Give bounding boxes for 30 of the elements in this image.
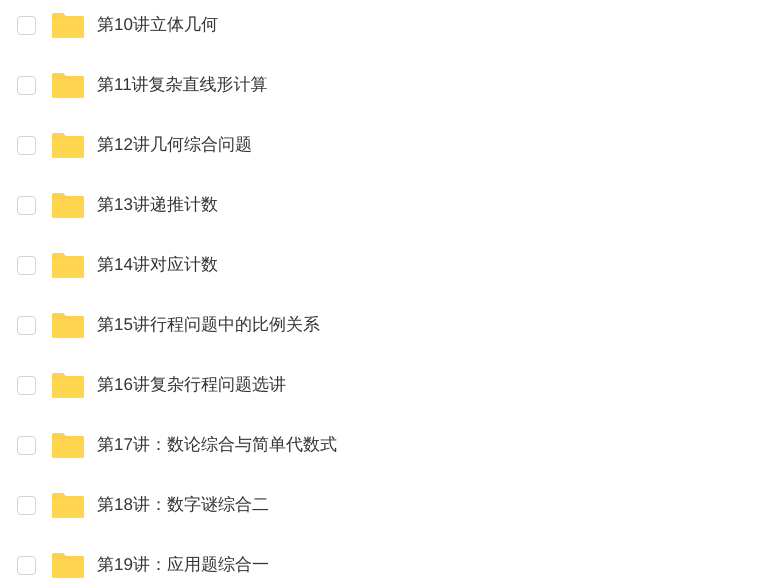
folder-icon	[52, 132, 84, 158]
folder-name[interactable]: 第15讲行程问题中的比例关系	[97, 312, 320, 338]
checkbox[interactable]	[17, 436, 36, 454]
checkbox[interactable]	[17, 316, 36, 334]
folder-name[interactable]: 第10讲立体几何	[97, 12, 218, 38]
folder-icon	[52, 372, 84, 398]
folder-name[interactable]: 第17讲：数论综合与简单代数式	[97, 432, 337, 458]
folder-name[interactable]: 第16讲复杂行程问题选讲	[97, 372, 286, 398]
folder-icon	[52, 552, 84, 578]
folder-icon	[52, 492, 84, 518]
checkbox[interactable]	[17, 496, 36, 514]
folder-name[interactable]: 第11讲复杂直线形计算	[97, 72, 268, 98]
checkbox[interactable]	[17, 556, 36, 574]
folder-icon	[52, 192, 84, 218]
checkbox[interactable]	[17, 196, 36, 214]
folder-name[interactable]: 第18讲：数字谜综合二	[97, 492, 269, 518]
folder-name[interactable]: 第14讲对应计数	[97, 252, 218, 278]
folder-icon	[52, 72, 84, 98]
checkbox[interactable]	[17, 16, 36, 34]
folder-name[interactable]: 第19讲：应用题综合一	[97, 552, 269, 578]
folder-name[interactable]: 第12讲几何综合问题	[97, 132, 252, 158]
checkbox[interactable]	[17, 376, 36, 394]
checkbox[interactable]	[17, 76, 36, 94]
folder-icon	[52, 12, 84, 38]
folder-name[interactable]: 第13讲递推计数	[97, 192, 218, 218]
folder-icon	[52, 432, 84, 458]
checkbox[interactable]	[17, 256, 36, 274]
folder-icon	[52, 252, 84, 278]
checkbox[interactable]	[17, 136, 36, 154]
folder-icon	[52, 312, 84, 338]
